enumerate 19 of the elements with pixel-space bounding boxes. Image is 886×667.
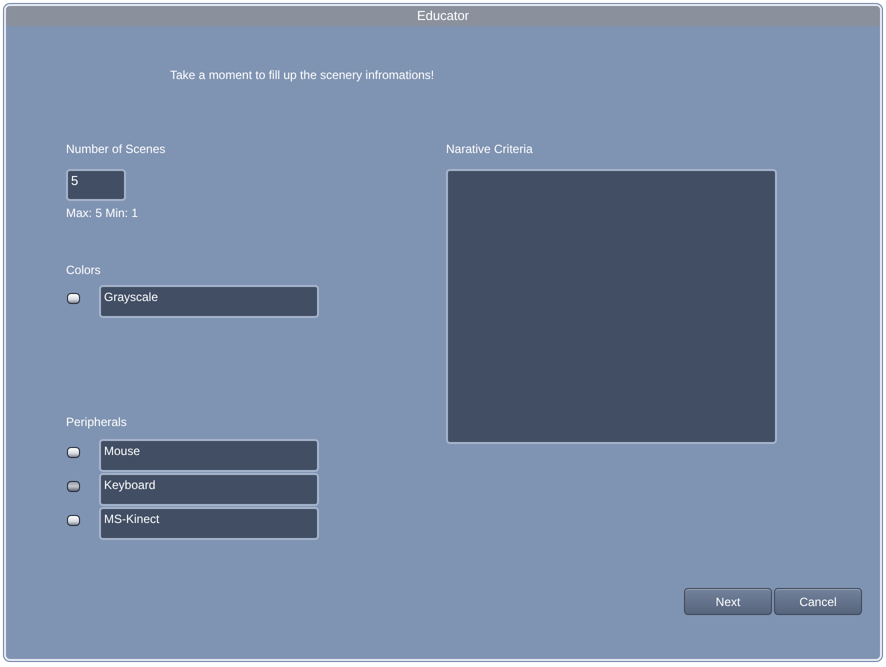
option-field[interactable]: MS-Kinect: [99, 507, 319, 540]
colors-label: Colors: [66, 263, 102, 277]
option-field[interactable]: Mouse: [99, 439, 319, 472]
scenes-input[interactable]: 5: [66, 169, 126, 201]
next-button[interactable]: Next: [684, 588, 772, 615]
scenes-label: Number of Scenes: [66, 142, 166, 156]
option-field[interactable]: Grayscale: [99, 285, 319, 318]
narrative-label: Narative Criteria: [446, 142, 534, 156]
checkbox[interactable]: [67, 447, 80, 458]
intro-text: Take a moment to fill up the scenery infromations!: [170, 68, 436, 82]
cancel-button[interactable]: Cancel: [774, 588, 862, 615]
checkbox[interactable]: [67, 515, 80, 526]
scenes-hint: Max: 5 Min: 1: [66, 206, 140, 220]
narrative-textarea[interactable]: [446, 169, 777, 444]
option-field[interactable]: Keyboard: [99, 473, 319, 506]
window-title: Educator: [6, 6, 880, 26]
checkbox[interactable]: [67, 293, 80, 304]
peripherals-label: Peripherals: [66, 415, 128, 429]
checkbox[interactable]: [67, 481, 80, 492]
